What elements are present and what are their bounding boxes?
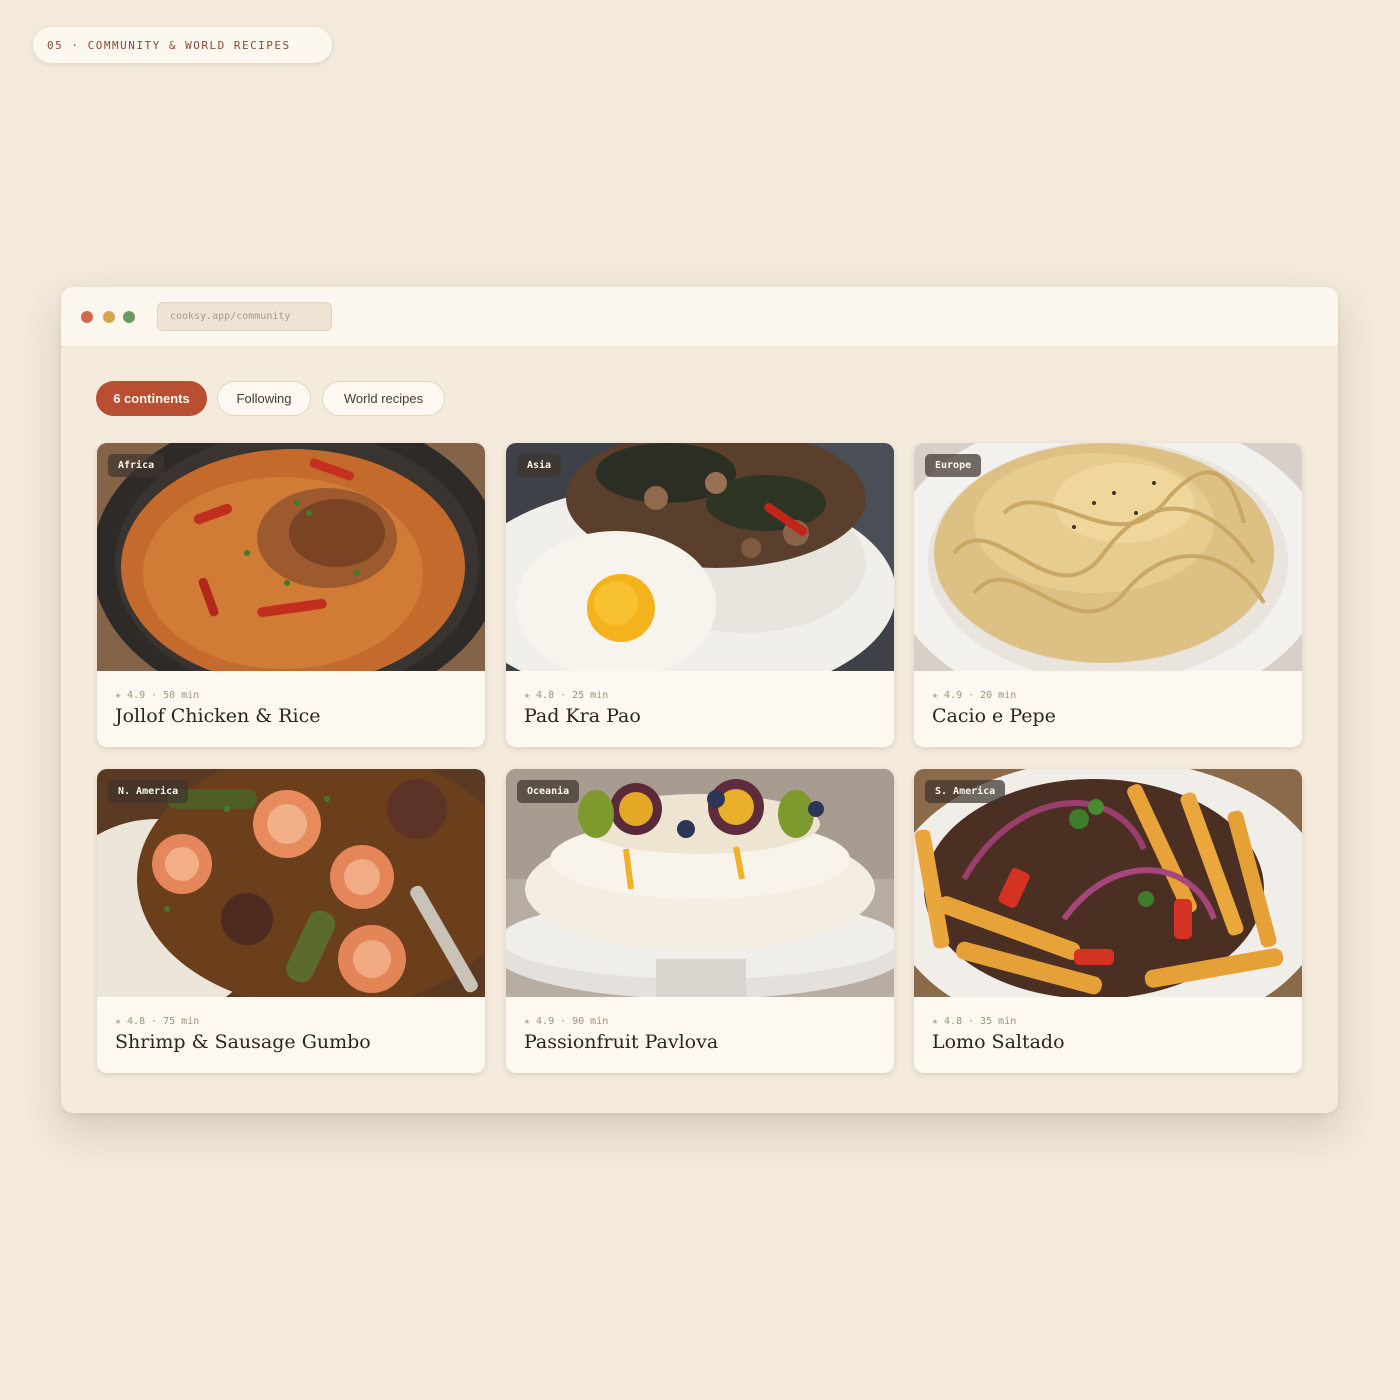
filter-chip-continents[interactable]: 6 continents xyxy=(96,381,207,416)
filter-chip-following[interactable]: Following xyxy=(217,381,311,416)
close-window-dot[interactable] xyxy=(81,311,93,323)
recipe-time: 35 min xyxy=(980,1016,1017,1027)
star-icon: ★ xyxy=(932,1016,939,1027)
recipe-photo-lomo-saltado: S. America xyxy=(914,769,1302,997)
recipe-card[interactable]: Africa ★ 4.9 · 50 min Jollof Chicken & R… xyxy=(97,443,485,747)
region-badge: Oceania xyxy=(517,780,580,803)
recipe-meta: ★ 4.8 · 25 min xyxy=(524,690,608,701)
window-titlebar: cooksy.app/community xyxy=(61,287,1338,347)
recipe-time: 90 min xyxy=(572,1016,609,1027)
recipe-title[interactable]: Shrimp & Sausage Gumbo xyxy=(115,1031,371,1053)
recipe-card[interactable]: Oceania ★ 4.9 · 90 min Passionfruit Pavl… xyxy=(506,769,894,1073)
recipe-meta: ★ 4.9 · 50 min xyxy=(115,690,199,701)
meta-separator: · xyxy=(968,1016,975,1027)
recipe-rating: 4.9 xyxy=(944,690,963,701)
meta-separator: · xyxy=(151,690,158,701)
url-bar[interactable]: cooksy.app/community xyxy=(157,302,332,331)
recipe-photo-jollof: Africa xyxy=(97,443,485,671)
recipe-card[interactable]: N. America ★ 4.8 · 75 min Shrimp & Sausa… xyxy=(97,769,485,1073)
recipe-photo-gumbo: N. America xyxy=(97,769,485,997)
minimize-window-dot[interactable] xyxy=(103,311,115,323)
recipe-time: 75 min xyxy=(163,1016,200,1027)
recipe-rating: 4.8 xyxy=(127,1016,146,1027)
recipe-title[interactable]: Pad Kra Pao xyxy=(524,705,641,727)
recipe-rating: 4.9 xyxy=(536,1016,555,1027)
meta-separator: · xyxy=(151,1016,158,1027)
browser-window: cooksy.app/community 6 continents Follow… xyxy=(61,287,1338,1113)
recipe-photo-pad-kra-pao: Asia xyxy=(506,443,894,671)
recipe-photo-cacio-e-pepe: Europe xyxy=(914,443,1302,671)
recipe-meta: ★ 4.9 · 90 min xyxy=(524,1016,608,1027)
recipe-title[interactable]: Jollof Chicken & Rice xyxy=(115,705,320,727)
recipe-rating: 4.8 xyxy=(536,690,555,701)
recipe-time: 50 min xyxy=(163,690,200,701)
filter-chip-world-recipes[interactable]: World recipes xyxy=(322,381,445,416)
recipe-time: 20 min xyxy=(980,690,1017,701)
meta-separator: · xyxy=(560,690,567,701)
star-icon: ★ xyxy=(524,690,531,701)
recipe-title[interactable]: Lomo Saltado xyxy=(932,1031,1065,1053)
recipe-card[interactable]: Europe ★ 4.9 · 20 min Cacio e Pepe xyxy=(914,443,1302,747)
recipe-title[interactable]: Passionfruit Pavlova xyxy=(524,1031,718,1053)
recipe-rating: 4.9 xyxy=(127,690,146,701)
region-badge: Africa xyxy=(108,454,165,477)
star-icon: ★ xyxy=(932,690,939,701)
recipe-title[interactable]: Cacio e Pepe xyxy=(932,705,1056,727)
recipe-rating: 4.8 xyxy=(944,1016,963,1027)
region-badge: Asia xyxy=(517,454,562,477)
recipe-card[interactable]: Asia ★ 4.8 · 25 min Pad Kra Pao xyxy=(506,443,894,747)
maximize-window-dot[interactable] xyxy=(123,311,135,323)
section-tag: 05 · COMMUNITY & WORLD RECIPES xyxy=(33,27,332,63)
recipe-time: 25 min xyxy=(572,690,609,701)
meta-separator: · xyxy=(560,1016,567,1027)
star-icon: ★ xyxy=(524,1016,531,1027)
recipe-meta: ★ 4.9 · 20 min xyxy=(932,690,1016,701)
recipe-meta: ★ 4.8 · 75 min xyxy=(115,1016,199,1027)
recipe-photo-pavlova: Oceania xyxy=(506,769,894,997)
region-badge: N. America xyxy=(108,780,189,803)
region-badge: S. America xyxy=(925,780,1006,803)
star-icon: ★ xyxy=(115,690,122,701)
star-icon: ★ xyxy=(115,1016,122,1027)
region-badge: Europe xyxy=(925,454,982,477)
recipe-card[interactable]: S. America ★ 4.8 · 35 min Lomo Saltado xyxy=(914,769,1302,1073)
recipe-meta: ★ 4.8 · 35 min xyxy=(932,1016,1016,1027)
meta-separator: · xyxy=(968,690,975,701)
